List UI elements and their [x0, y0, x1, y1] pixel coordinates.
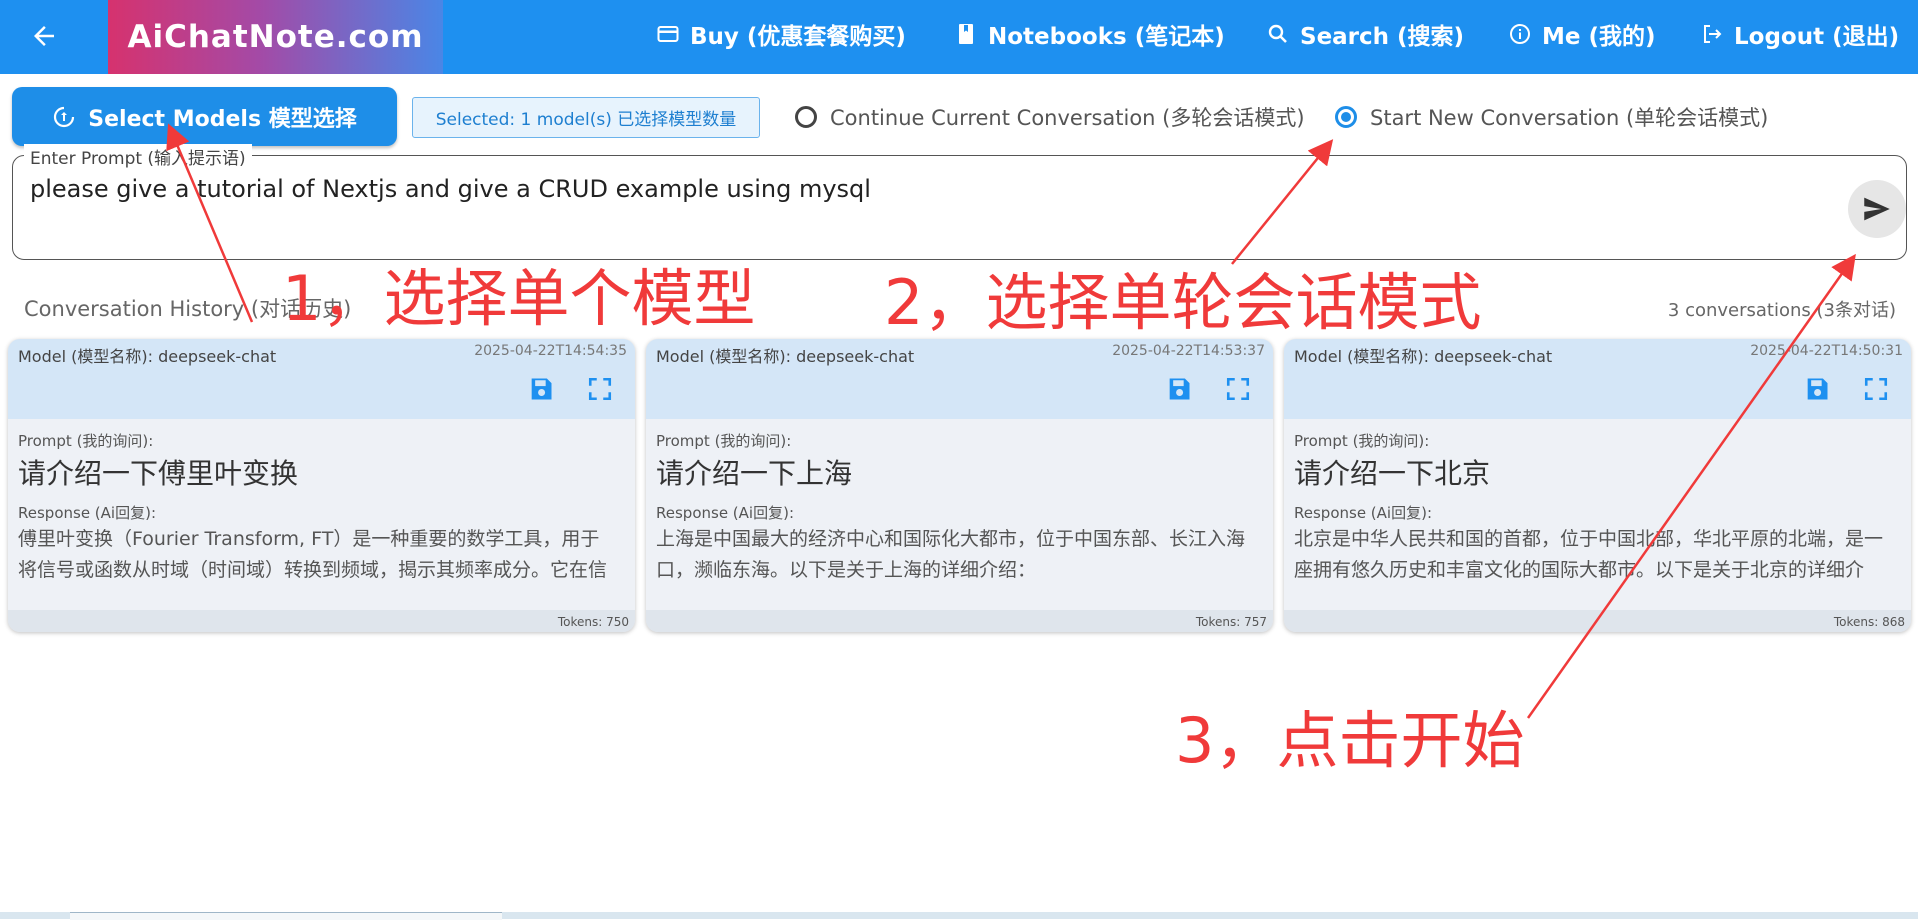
annotation-arrows — [166, 123, 1856, 719]
arrow-to-select-models — [166, 123, 254, 323]
horizontal-scrollbar[interactable] — [0, 912, 1918, 920]
arrow-to-send-button — [1526, 253, 1856, 719]
arrow-to-new-conversation — [1231, 139, 1334, 265]
